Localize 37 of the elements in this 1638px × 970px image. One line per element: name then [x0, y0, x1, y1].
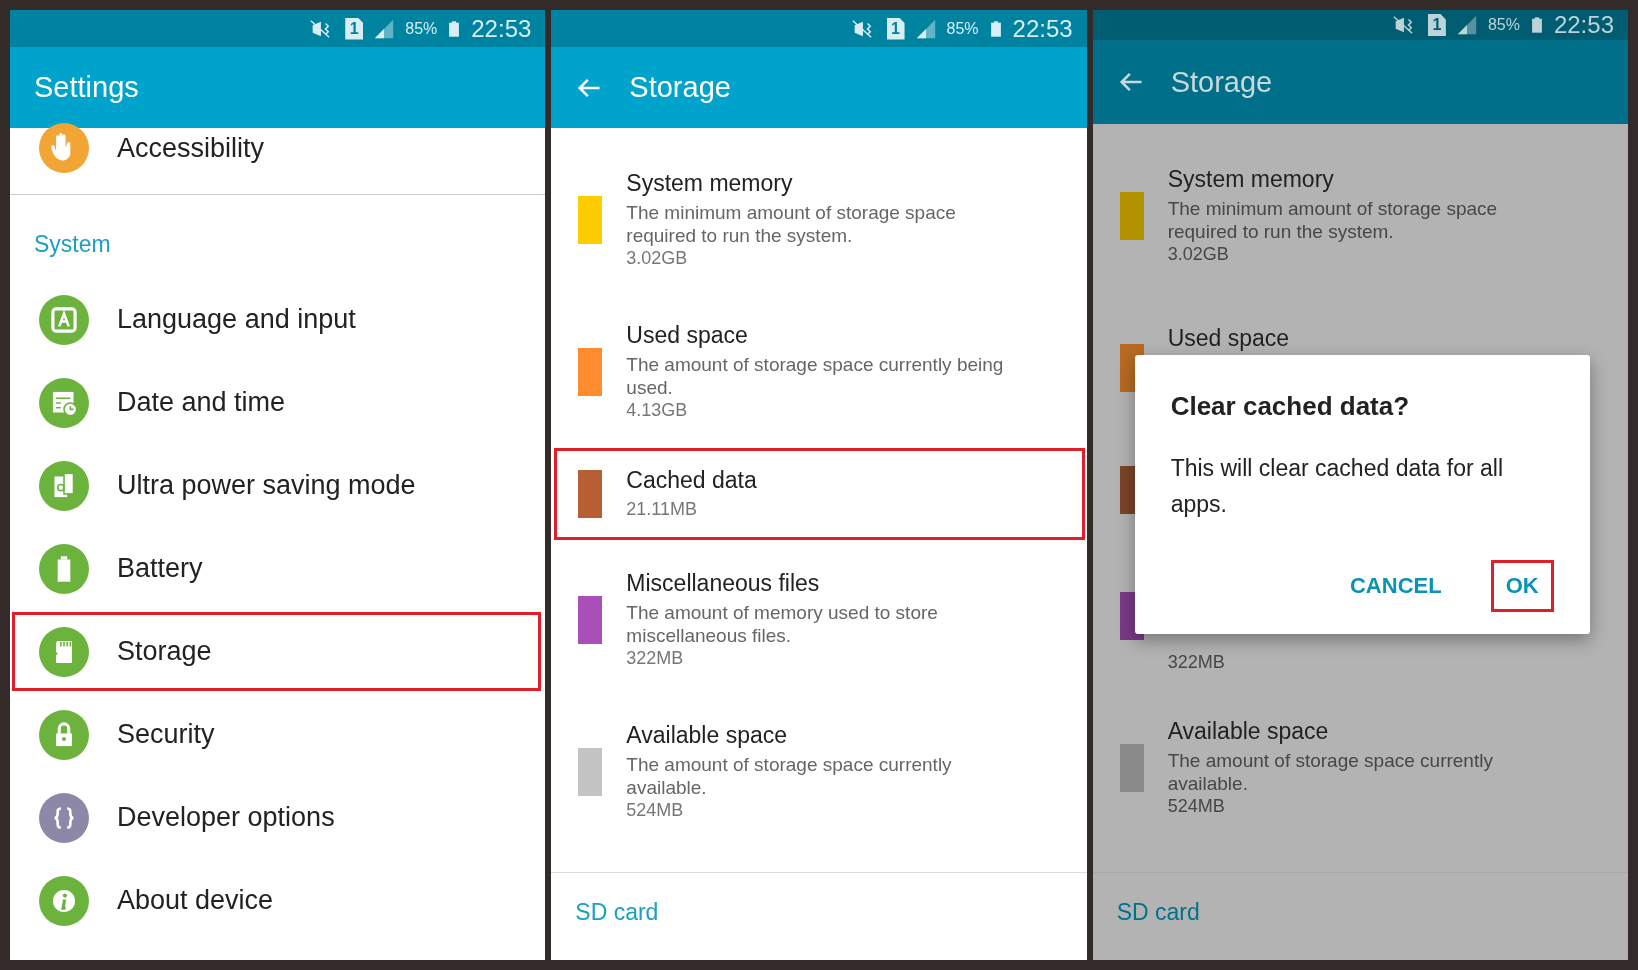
entry-description: The amount of storage space currently available.: [626, 753, 953, 799]
entry-description: The amount of storage space currently being used.: [626, 353, 1005, 399]
dialog-title: Clear cached data?: [1170, 391, 1411, 422]
clock-time: 22:53: [1553, 11, 1614, 39]
battery-percent: 85%: [946, 19, 979, 38]
entry-title: System memory: [626, 170, 794, 197]
entry-size: 4.13GB: [626, 399, 689, 422]
entry-title: Available space: [1167, 718, 1330, 745]
entry-description: The amount of storage space currently available.: [1167, 749, 1494, 795]
entry-description: The minimum amount of storage space required to run the system.: [1167, 197, 1499, 243]
entry-size: 322MB: [1167, 650, 1225, 674]
dialog-message: This will clear cached data for all apps.: [1170, 454, 1505, 519]
screen-title: Storage: [629, 71, 731, 104]
entry-description: The minimum amount of storage space required to run the system.: [626, 201, 957, 247]
entry-size: 524MB: [1167, 795, 1226, 818]
entry-title: Used space: [1167, 325, 1290, 352]
entry-size: 3.02GB: [1167, 243, 1230, 266]
entry-title: Miscellaneous files: [626, 570, 821, 597]
screen-title: Settings: [34, 71, 139, 104]
entry-title: System memory: [1167, 166, 1335, 193]
entry-size: 21.11MB: [626, 498, 699, 521]
screen-title: Storage: [1170, 65, 1273, 99]
entry-title: Used space: [626, 322, 749, 349]
clock-time: 22:53: [1012, 14, 1073, 43]
clock-time: 22:53: [471, 14, 532, 43]
battery-percent: 85%: [1487, 16, 1520, 34]
entry-title: Available space: [626, 722, 788, 749]
section-header: System: [33, 230, 112, 259]
entry-size: 322MB: [626, 647, 685, 670]
entry-size: 3.02GB: [626, 247, 689, 270]
sim-icon: 1: [1427, 14, 1446, 36]
sim-icon: 1: [345, 17, 364, 40]
sim-icon: 1: [886, 17, 905, 40]
entry-title: Cached data: [626, 467, 757, 494]
entry-description: The amount of memory used to store miscellaneous files.: [626, 601, 939, 647]
entry-size: 524MB: [626, 799, 685, 822]
battery-percent: 85%: [405, 19, 438, 38]
